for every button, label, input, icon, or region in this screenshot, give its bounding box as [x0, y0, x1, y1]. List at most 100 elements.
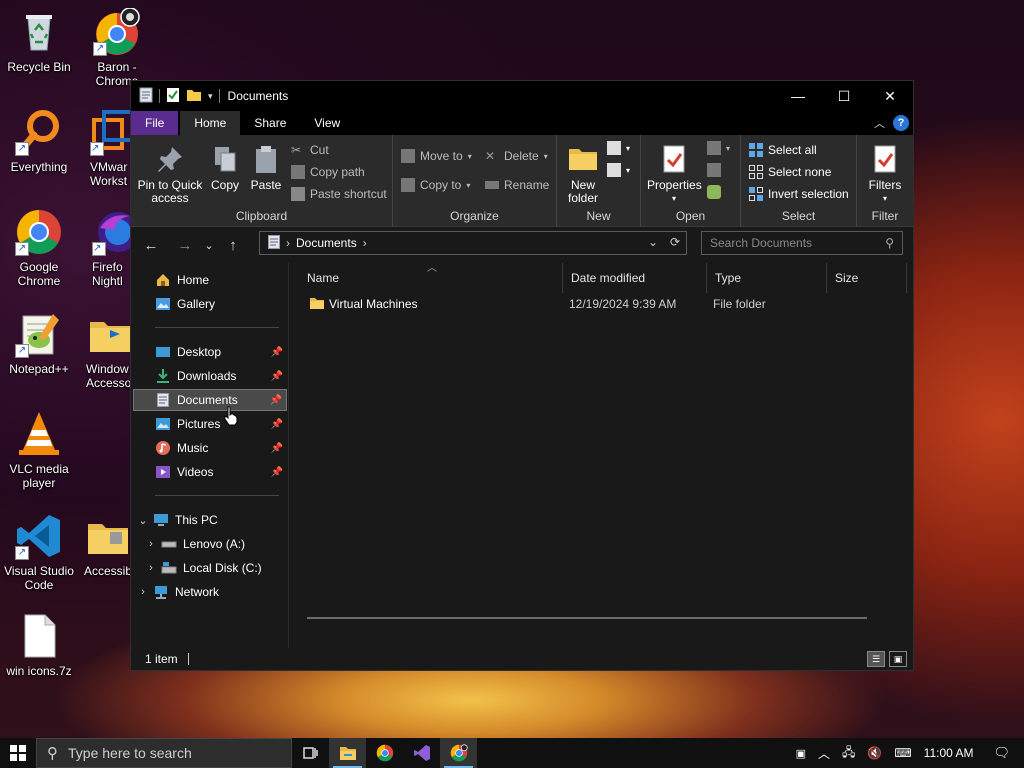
desktop-icon-everything[interactable]: ↗ Everything [1, 108, 77, 174]
nav-item-local-disk[interactable]: › Local Disk (C:) [133, 557, 287, 579]
new-folder-button[interactable]: New folder [563, 143, 603, 205]
copy-to-button[interactable]: Copy to ▾ [401, 178, 470, 192]
start-button[interactable] [0, 738, 36, 768]
collapse-ribbon-icon[interactable]: ︿ [874, 115, 885, 131]
volume-muted-icon[interactable]: 🔇 [867, 746, 882, 760]
cut-button[interactable]: ✂ Cut [291, 143, 329, 157]
easy-access-button[interactable]: ▾ [607, 163, 630, 177]
task-view-button[interactable] [292, 738, 329, 768]
new-folder-label: New folder [567, 178, 599, 205]
action-center-icon[interactable]: 🗨 [993, 745, 1010, 761]
nav-item-network[interactable]: › Network [133, 581, 287, 603]
tab-file[interactable]: File [131, 111, 179, 135]
properties-button[interactable]: Properties ▾ [647, 143, 702, 205]
properties-check-icon[interactable] [166, 87, 180, 106]
rename-button[interactable]: Rename [485, 178, 549, 192]
copy-button[interactable]: Copy [207, 143, 243, 192]
nav-item-videos[interactable]: Videos 📌 [133, 461, 287, 483]
tab-share[interactable]: Share [240, 111, 300, 135]
desktop-icon-vscode[interactable]: ↗ Visual Studio Code [1, 512, 77, 592]
minimize-button[interactable]: — [775, 81, 821, 111]
expand-chevron-icon[interactable]: › [137, 586, 149, 598]
nav-item-this-pc[interactable]: ⌄ This PC [133, 509, 287, 531]
nav-item-desktop[interactable]: Desktop 📌 [133, 341, 287, 363]
move-to-button[interactable]: Move to ▾ [401, 149, 472, 163]
tray-app-icon[interactable]: ▣ [796, 747, 806, 760]
file-row[interactable]: Virtual Machines 12/19/2024 9:39 AM File… [289, 293, 913, 315]
nav-item-music[interactable]: Music 📌 [133, 437, 287, 459]
customize-qat-icon[interactable]: ▾ [208, 91, 213, 102]
expand-chevron-icon[interactable]: ⌄ [137, 514, 149, 527]
desktop-icon-accessibility[interactable]: Accessib [84, 512, 134, 578]
back-button[interactable]: ← [137, 231, 165, 259]
address-bar[interactable]: › Documents › ⌄ ⟳ [259, 231, 687, 255]
taskbar-search-box[interactable]: ⚲ Type here to search [36, 738, 292, 768]
history-button[interactable] [707, 185, 721, 199]
paste-button[interactable]: Paste [247, 143, 285, 192]
app-document-icon[interactable] [139, 87, 153, 106]
nav-item-gallery[interactable]: Gallery [133, 293, 287, 315]
forward-button[interactable]: → [171, 231, 199, 259]
nav-item-documents[interactable]: Documents 📌 [133, 389, 287, 411]
desktop-icon-win-icons-7z[interactable]: win icons.7z [1, 612, 77, 678]
pin-icon[interactable]: 📌 [271, 443, 283, 454]
column-header-name[interactable]: Name [299, 263, 563, 293]
desktop-label: win icons.7z [6, 664, 72, 678]
search-box[interactable]: Search Documents ⚲ [701, 231, 903, 255]
taskbar-chrome[interactable] [366, 738, 403, 768]
taskbar-visual-studio[interactable] [403, 738, 440, 768]
maximize-button[interactable]: ☐ [821, 81, 867, 111]
network-tray-icon[interactable]: 🖧 [842, 743, 855, 764]
column-header-date-modified[interactable]: Date modified [563, 263, 707, 293]
paste-shortcut-button[interactable]: Paste shortcut [291, 187, 387, 201]
desktop-icon-chrome-profile[interactable]: ↗ Baron - Chrome [79, 7, 155, 88]
pin-icon[interactable]: 📌 [271, 371, 283, 382]
large-icons-view-button[interactable]: ▣ [889, 651, 907, 667]
new-folder-qat-icon[interactable] [186, 88, 202, 105]
nav-item-pictures[interactable]: Pictures 📌 [133, 413, 287, 435]
address-dropdown-icon[interactable]: ⌄ [648, 235, 658, 249]
taskbar-file-explorer[interactable] [329, 738, 366, 768]
shortcut-arrow-icon: ↗ [15, 242, 29, 256]
open-button[interactable]: ▾ [707, 141, 730, 155]
details-view-button[interactable]: ☰ [867, 651, 885, 667]
desktop-icon-chrome[interactable]: ↗ Google Chrome [1, 208, 77, 288]
expand-chevron-icon[interactable]: › [145, 562, 157, 574]
clock-time[interactable]: 11:00 AM [924, 746, 974, 760]
breadcrumb-documents[interactable]: Documents [296, 236, 357, 250]
help-icon[interactable]: ? [893, 115, 909, 131]
pin-icon[interactable]: 📌 [271, 419, 283, 430]
invert-selection-button[interactable]: Invert selection [749, 187, 849, 201]
desktop-icon-notepadpp[interactable]: ↗ Notepad++ [1, 310, 77, 376]
refresh-icon[interactable]: ⟳ [670, 235, 680, 249]
nav-item-downloads[interactable]: Downloads 📌 [133, 365, 287, 387]
desktop-icon-windows-accessories[interactable]: Window Accesso [86, 310, 136, 390]
column-header-size[interactable]: Size [827, 263, 907, 293]
copy-path-button[interactable]: Copy path [291, 165, 365, 179]
horizontal-scrollbar[interactable] [307, 617, 867, 619]
show-hidden-icons-chevron-icon[interactable]: ︿ [818, 745, 830, 762]
new-item-button[interactable]: ▾ [607, 141, 630, 155]
nav-item-home[interactable]: Home [133, 269, 287, 291]
taskbar-chrome-profile[interactable] [440, 738, 477, 768]
delete-button[interactable]: ✕ Delete ▾ [485, 149, 548, 163]
select-none-button[interactable]: Select none [749, 165, 831, 179]
recent-locations-button[interactable]: ⌄ [199, 231, 219, 259]
up-button[interactable]: ↑ [219, 231, 247, 259]
select-all-button[interactable]: Select all [749, 143, 817, 157]
pin-to-quick-access-button[interactable]: Pin to Quick access [135, 143, 205, 205]
desktop-icon-vlc[interactable]: VLC media player [1, 410, 77, 490]
expand-chevron-icon[interactable]: › [145, 538, 157, 550]
close-button[interactable]: ✕ [867, 81, 913, 111]
nav-item-lenovo-drive[interactable]: › Lenovo (A:) [133, 533, 287, 555]
column-header-type[interactable]: Type [707, 263, 827, 293]
pin-icon[interactable]: 📌 [271, 347, 283, 358]
edit-button[interactable] [707, 163, 721, 177]
tab-home[interactable]: Home [180, 111, 241, 135]
pin-icon[interactable]: 📌 [271, 467, 283, 478]
desktop-icon-recycle-bin[interactable]: Recycle Bin [1, 8, 77, 74]
tab-view[interactable]: View [300, 111, 354, 135]
filters-button[interactable]: Filters ▾ [863, 143, 907, 205]
keyboard-icon[interactable]: ⌨ [894, 746, 911, 760]
pin-icon[interactable]: 📌 [270, 395, 282, 406]
